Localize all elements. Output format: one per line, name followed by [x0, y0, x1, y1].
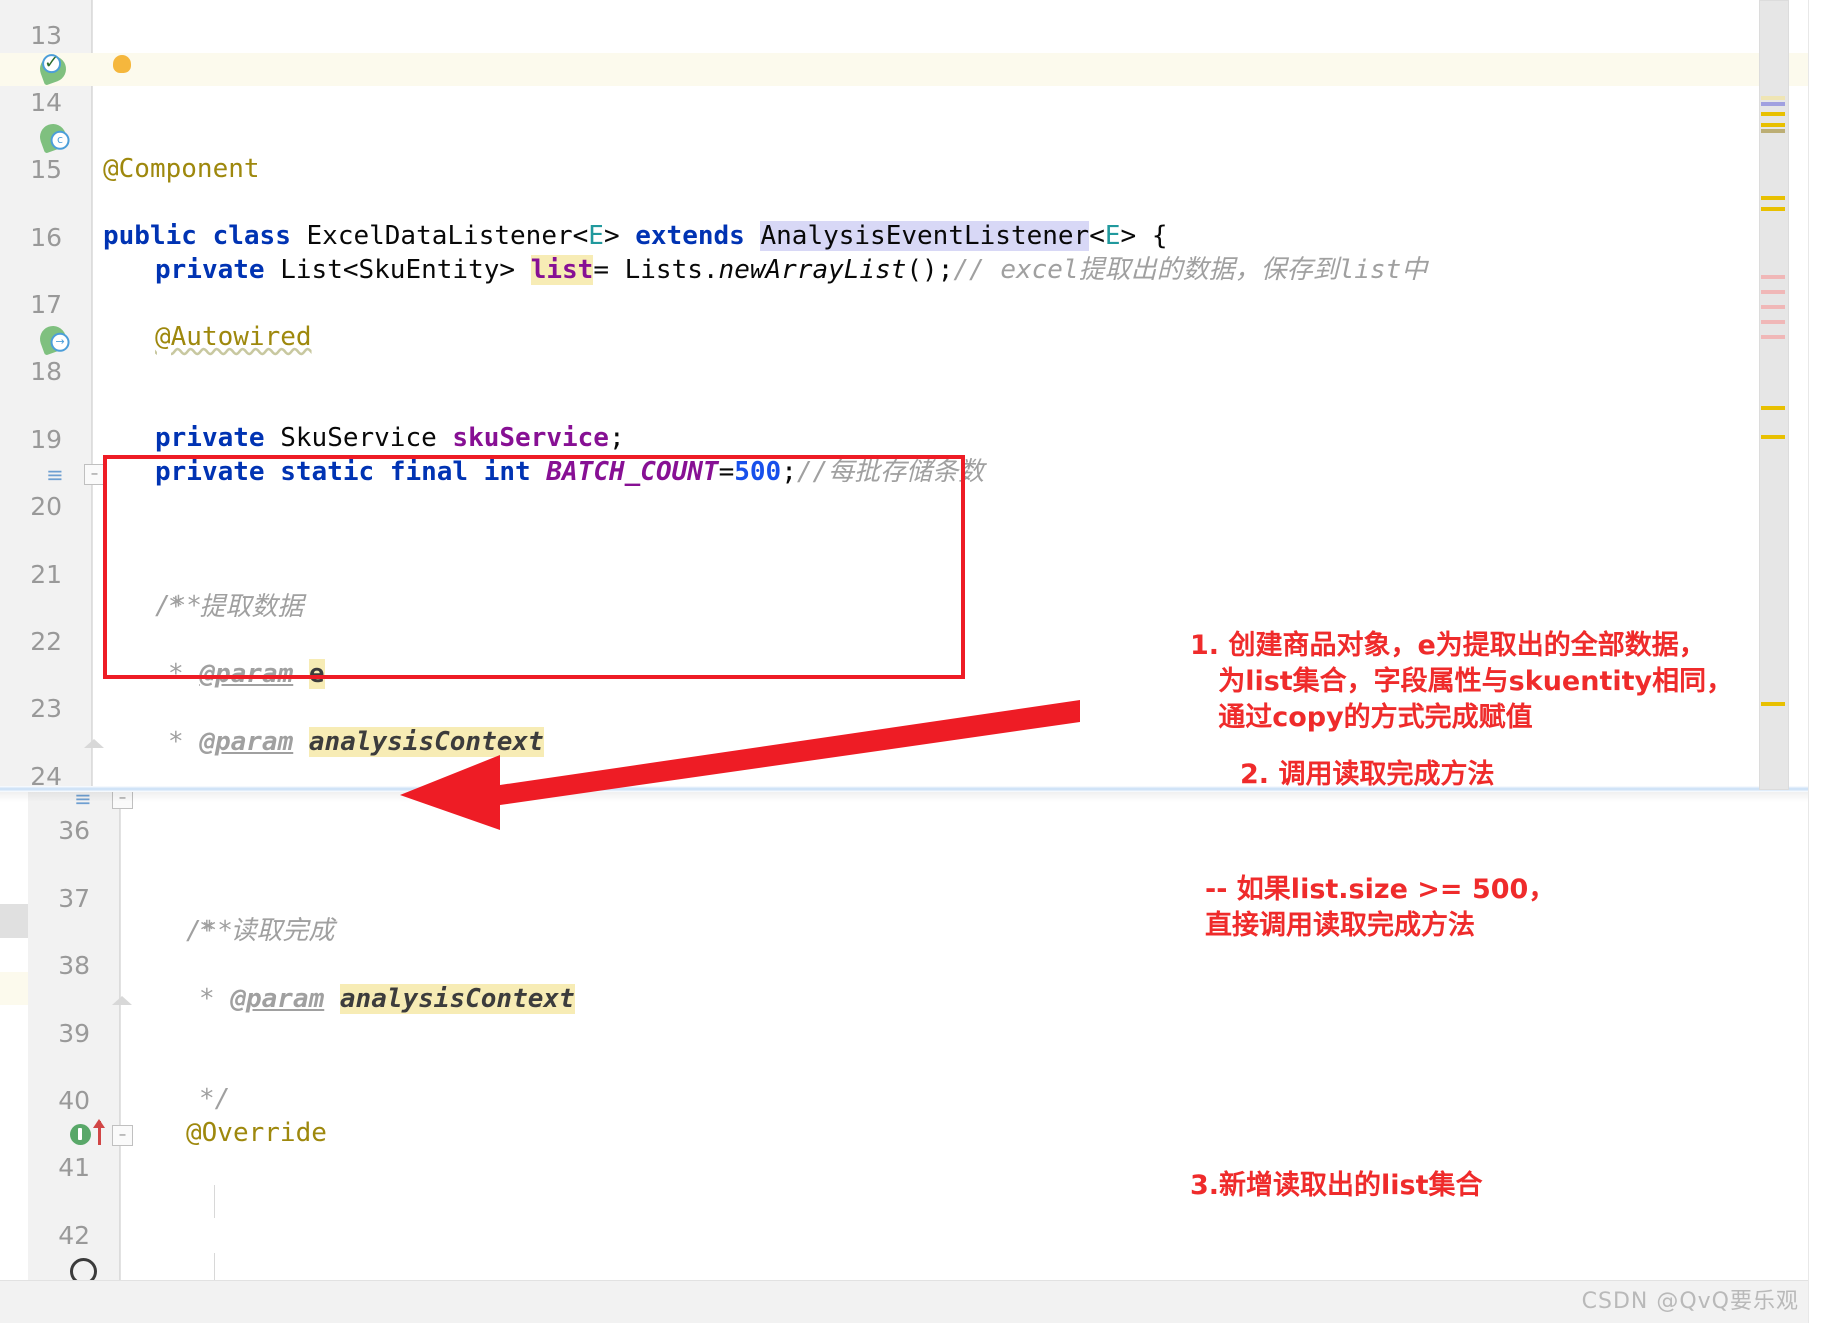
fold-collapse-icon[interactable]: – — [84, 463, 105, 485]
annotation-component: @Component — [103, 153, 260, 184]
scrollbar-marker[interactable] — [1761, 129, 1785, 133]
scrollbar-marker[interactable] — [1761, 102, 1785, 106]
scrollbar-marker[interactable] — [1761, 96, 1785, 100]
line-number: 13 — [30, 21, 62, 51]
code-line[interactable]: 41 – public void doAfterAllAnalysed(Anal… — [0, 1118, 1829, 1316]
fold-collapse-icon[interactable]: – — [112, 1124, 133, 1146]
field-skuservice-declaration: private SkuService skuService; — [155, 423, 625, 454]
red-arrow-pointing-left — [400, 700, 1080, 830]
scrollbar-marker-track[interactable] — [1759, 0, 1789, 1280]
code-line[interactable]: 17 @Autowired — [0, 255, 1829, 352]
code-line[interactable]: 40 @Override — [0, 1051, 1829, 1148]
line-number: 42 — [58, 1220, 90, 1250]
scrollbar-marker[interactable] — [1761, 112, 1785, 116]
editor-status-bar — [0, 1280, 1829, 1323]
code-lines-bottom[interactable]: 36 ≡ – /** 37 * 读取完成 38 * @param analysi… — [0, 790, 1829, 1323]
annotation-note-2: 2. 调用读取完成方法 — [1240, 759, 1495, 790]
structure-icon[interactable]: ≡ — [46, 459, 64, 492]
fold-end-icon[interactable] — [84, 739, 104, 749]
code-line[interactable]: 16 private List<SkuEntity> list= Lists.n… — [0, 187, 1829, 285]
csdn-watermark: CSDN @QvQ要乐观 — [1581, 1289, 1799, 1314]
spring-bean-icon[interactable]: ✓ — [36, 52, 70, 87]
scrollbar-marker[interactable] — [1761, 305, 1785, 309]
scrollbar-marker[interactable] — [1761, 275, 1785, 279]
scrollbar-marker[interactable] — [1761, 196, 1785, 200]
scrollbar-marker[interactable] — [1761, 123, 1785, 127]
spring-autowired-icon[interactable]: → — [36, 322, 70, 356]
fold-end-icon[interactable] — [112, 996, 132, 1006]
editor-pane-bottom[interactable]: 36 ≡ – /** 37 * 读取完成 38 * @param analysi… — [0, 790, 1829, 1323]
line-number: 23 — [30, 694, 62, 724]
javadoc-close: */ — [199, 1084, 231, 1115]
line-number: 36 — [58, 816, 90, 846]
line-number: 40 — [58, 1085, 90, 1115]
indent-guide — [214, 1185, 215, 1219]
code-line[interactable]: 18 → private SkuService skuService; — [0, 322, 1829, 453]
code-line[interactable]: 39 */ — [0, 983, 1829, 1114]
annotation-note-4: 3.新增读取出的list集合 — [1190, 1170, 1483, 1201]
arrow-badge: → — [50, 332, 70, 352]
lightbulb-icon[interactable] — [113, 55, 131, 74]
code-line[interactable]: 42 — [0, 1185, 1829, 1250]
override-arrow-icon[interactable] — [93, 1118, 105, 1145]
implementing-method-icon[interactable] — [70, 1123, 91, 1145]
code-line[interactable]: 13 — [0, 0, 1829, 50]
line-number: 19 — [30, 424, 62, 454]
annotation-note-3: -- 如果list.size >= 500， 直接调用读取完成方法 — [1205, 874, 1556, 941]
annotation-note-1: 1. 创建商品对象，e为提取出的全部数据， 为list集合，字段属性与skuen… — [1190, 630, 1734, 733]
line-number: 38 — [58, 951, 90, 981]
scrollbar-marker[interactable] — [1761, 702, 1785, 706]
line-number: 15 — [30, 155, 62, 185]
line-number: 21 — [30, 559, 62, 589]
scrollbar-marker[interactable] — [1761, 320, 1785, 324]
scrollbar-marker[interactable] — [1761, 406, 1785, 410]
class-badge: c — [50, 130, 70, 150]
line-number: 18 — [30, 357, 62, 387]
code-line[interactable]: 15 c public class ExcelDataListener<E> e… — [0, 120, 1829, 251]
scrollbar-marker[interactable] — [1761, 335, 1785, 339]
line-number: 37 — [58, 883, 90, 913]
scrollbar-marker[interactable] — [1761, 435, 1785, 439]
scrollbar-marker[interactable] — [1761, 207, 1785, 211]
code-editor[interactable]: 13 14 ✓ @Component 15 c public class Exc… — [0, 0, 1829, 1323]
code-line[interactable]: 19 private static final int BATCH_COUNT=… — [0, 389, 1829, 487]
line-number: 16 — [30, 222, 62, 252]
scrollbar-marker[interactable] — [1761, 290, 1785, 294]
red-highlight-box — [103, 455, 965, 679]
line-number: 41 — [58, 1153, 90, 1183]
line-number: 22 — [30, 626, 62, 656]
spring-class-icon[interactable]: c — [36, 120, 70, 154]
line-number: 17 — [30, 289, 62, 319]
code-line[interactable]: 14 ✓ @Component — [0, 52, 1829, 184]
right-edge-bar — [1808, 0, 1829, 1323]
line-number: 39 — [58, 1018, 90, 1048]
check-icon: ✓ — [42, 52, 62, 74]
class-declaration: public class ExcelDataListener<E> extend… — [103, 221, 1168, 251]
line-number: 20 — [30, 492, 62, 522]
